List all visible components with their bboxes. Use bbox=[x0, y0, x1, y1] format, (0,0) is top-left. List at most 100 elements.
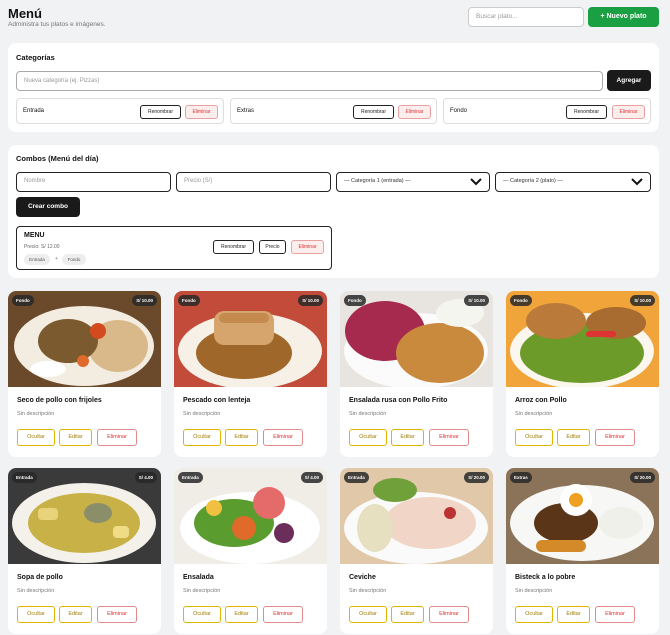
dish-description: Sin descripción bbox=[515, 588, 553, 594]
dish-price-badge: S/ 10.00 bbox=[630, 295, 655, 306]
chevron-down-icon bbox=[470, 178, 482, 186]
category-item-extras: Extras Renombrar Eliminar bbox=[230, 98, 437, 124]
dish-category-badge: Fondo bbox=[12, 295, 34, 306]
combo-price-button[interactable]: Precio bbox=[259, 240, 286, 254]
combo-category1-select[interactable]: — Categoría 1 (entrada) — bbox=[336, 172, 490, 192]
combo-tag-fondo: Fondo bbox=[62, 254, 86, 265]
dish-price-badge: S/ 4.00 bbox=[134, 472, 157, 483]
dish-price-badge: S/ 10.00 bbox=[132, 295, 157, 306]
edit-dish-button[interactable]: Editar bbox=[59, 429, 92, 446]
edit-dish-button[interactable]: Editar bbox=[557, 429, 590, 446]
delete-category-button[interactable]: Eliminar bbox=[185, 105, 218, 119]
combo-item: MENU Precio: S/ 12.00 Entrada + Fondo Re… bbox=[16, 226, 332, 270]
category-item-fondo: Fondo Renombrar Eliminar bbox=[443, 98, 651, 124]
category-item-entrada: Entrada Renombrar Eliminar bbox=[16, 98, 224, 124]
hide-dish-button[interactable]: Ocultar bbox=[183, 429, 221, 446]
category-name: Extras bbox=[237, 108, 255, 114]
dish-price-badge: S/ 20.00 bbox=[464, 472, 489, 483]
dish-description: Sin descripción bbox=[17, 411, 55, 417]
combo-plus: + bbox=[55, 256, 58, 262]
dish-name: Ensalada rusa con Pollo Frito bbox=[349, 397, 448, 404]
dish-description: Sin descripción bbox=[349, 588, 387, 594]
dish-price-badge: S/ 10.00 bbox=[464, 295, 489, 306]
category-name: Fondo bbox=[450, 108, 468, 114]
dish-description: Sin descripción bbox=[183, 411, 221, 417]
dish-category-badge: Fondo bbox=[344, 295, 366, 306]
edit-dish-button[interactable]: Editar bbox=[391, 429, 424, 446]
dish-name: Pescado con lenteja bbox=[183, 397, 251, 404]
combo-price: Precio: S/ 12.00 bbox=[24, 244, 60, 250]
dish-card: Extras S/ 20.00 Bisteck a lo pobre Sin desc… bbox=[506, 468, 659, 634]
dish-category-badge: Entrada bbox=[344, 472, 369, 483]
delete-dish-button[interactable]: Eliminar bbox=[263, 606, 303, 623]
create-combo-button[interactable]: Crear combo bbox=[16, 197, 80, 217]
select-value: — Categoría 2 (plato) — bbox=[503, 178, 563, 184]
new-dish-button[interactable]: + Nuevo plato bbox=[588, 7, 659, 27]
dish-card: Fondo S/ 10.00 Seco de pollo con frijoles S… bbox=[8, 291, 161, 457]
categories-heading: Categorías bbox=[16, 53, 55, 62]
delete-category-button[interactable]: Eliminar bbox=[398, 105, 431, 119]
dish-description: Sin descripción bbox=[183, 588, 221, 594]
hide-dish-button[interactable]: Ocultar bbox=[17, 429, 55, 446]
rename-category-button[interactable]: Renombrar bbox=[140, 105, 181, 119]
dish-description: Sin descripción bbox=[349, 411, 387, 417]
dish-description: Sin descripción bbox=[17, 588, 55, 594]
dish-description: Sin descripción bbox=[515, 411, 553, 417]
delete-dish-button[interactable]: Eliminar bbox=[263, 429, 303, 446]
combo-price-input[interactable]: Precio (S/) bbox=[176, 172, 331, 192]
dish-name: Seco de pollo con frijoles bbox=[17, 397, 102, 404]
dish-category-badge: Fondo bbox=[510, 295, 532, 306]
dish-card: Fondo S/ 10.00 Pescado con lenteja Sin desc… bbox=[174, 291, 327, 457]
delete-dish-button[interactable]: Eliminar bbox=[595, 429, 635, 446]
combo-tag-entrada: Entrada bbox=[24, 254, 50, 265]
new-category-input[interactable]: Nueva categoría (ej. Pizzas) bbox=[16, 71, 603, 91]
edit-dish-button[interactable]: Editar bbox=[225, 606, 258, 623]
chevron-down-icon bbox=[631, 178, 643, 186]
hide-dish-button[interactable]: Ocultar bbox=[183, 606, 221, 623]
hide-dish-button[interactable]: Ocultar bbox=[515, 429, 553, 446]
select-value: — Categoría 1 (entrada) — bbox=[344, 178, 411, 184]
rename-category-button[interactable]: Renombrar bbox=[566, 105, 607, 119]
rename-category-button[interactable]: Renombrar bbox=[353, 105, 394, 119]
page-subtitle: Administra tus platos e imágenes. bbox=[8, 21, 106, 28]
rename-combo-button[interactable]: Renombrar bbox=[213, 240, 254, 254]
dish-category-badge: Entrada bbox=[178, 472, 203, 483]
delete-category-button[interactable]: Eliminar bbox=[612, 105, 645, 119]
page-title: Menú bbox=[8, 6, 42, 21]
delete-dish-button[interactable]: Eliminar bbox=[429, 429, 469, 446]
dish-category-badge: Extras bbox=[510, 472, 532, 483]
dish-category-badge: Entrada bbox=[12, 472, 37, 483]
add-category-button[interactable]: Agregar bbox=[607, 70, 651, 91]
combo-category2-select[interactable]: — Categoría 2 (plato) — bbox=[495, 172, 651, 192]
hide-dish-button[interactable]: Ocultar bbox=[515, 606, 553, 623]
hide-dish-button[interactable]: Ocultar bbox=[349, 429, 387, 446]
edit-dish-button[interactable]: Editar bbox=[557, 606, 590, 623]
hide-dish-button[interactable]: Ocultar bbox=[349, 606, 387, 623]
search-input[interactable]: Buscar plato... bbox=[468, 7, 584, 27]
delete-dish-button[interactable]: Eliminar bbox=[97, 606, 137, 623]
dish-category-badge: Fondo bbox=[178, 295, 200, 306]
combos-heading: Combos (Menú del día) bbox=[16, 154, 99, 163]
edit-dish-button[interactable]: Editar bbox=[391, 606, 424, 623]
dish-name: Arroz con Pollo bbox=[515, 397, 567, 404]
delete-combo-button[interactable]: Eliminar bbox=[291, 240, 324, 254]
edit-dish-button[interactable]: Editar bbox=[225, 429, 258, 446]
dish-card: Fondo S/ 10.00 Arroz con Pollo Sin descripc… bbox=[506, 291, 659, 457]
dish-price-badge: S/ 20.00 bbox=[630, 472, 655, 483]
dish-card: Entrada S/ 4.00 Sopa de pollo Sin descripci… bbox=[8, 468, 161, 634]
dish-price-badge: S/ 4.00 bbox=[300, 472, 323, 483]
delete-dish-button[interactable]: Eliminar bbox=[595, 606, 635, 623]
dish-price-badge: S/ 10.00 bbox=[298, 295, 323, 306]
dish-name: Sopa de pollo bbox=[17, 574, 63, 581]
dish-card: Entrada S/ 20.00 Ceviche Sin descripción Ocu… bbox=[340, 468, 493, 634]
hide-dish-button[interactable]: Ocultar bbox=[17, 606, 55, 623]
dish-card: Fondo S/ 10.00 Ensalada rusa con Pollo Fri… bbox=[340, 291, 493, 457]
delete-dish-button[interactable]: Eliminar bbox=[97, 429, 137, 446]
edit-dish-button[interactable]: Editar bbox=[59, 606, 92, 623]
dish-name: Ceviche bbox=[349, 574, 376, 581]
dish-name: Ensalada bbox=[183, 574, 214, 581]
combo-name: MENU bbox=[24, 232, 45, 239]
delete-dish-button[interactable]: Eliminar bbox=[429, 606, 469, 623]
dish-card: Entrada S/ 4.00 Ensalada Sin descripción Ocu… bbox=[174, 468, 327, 634]
combo-name-input[interactable]: Nombre bbox=[16, 172, 171, 192]
